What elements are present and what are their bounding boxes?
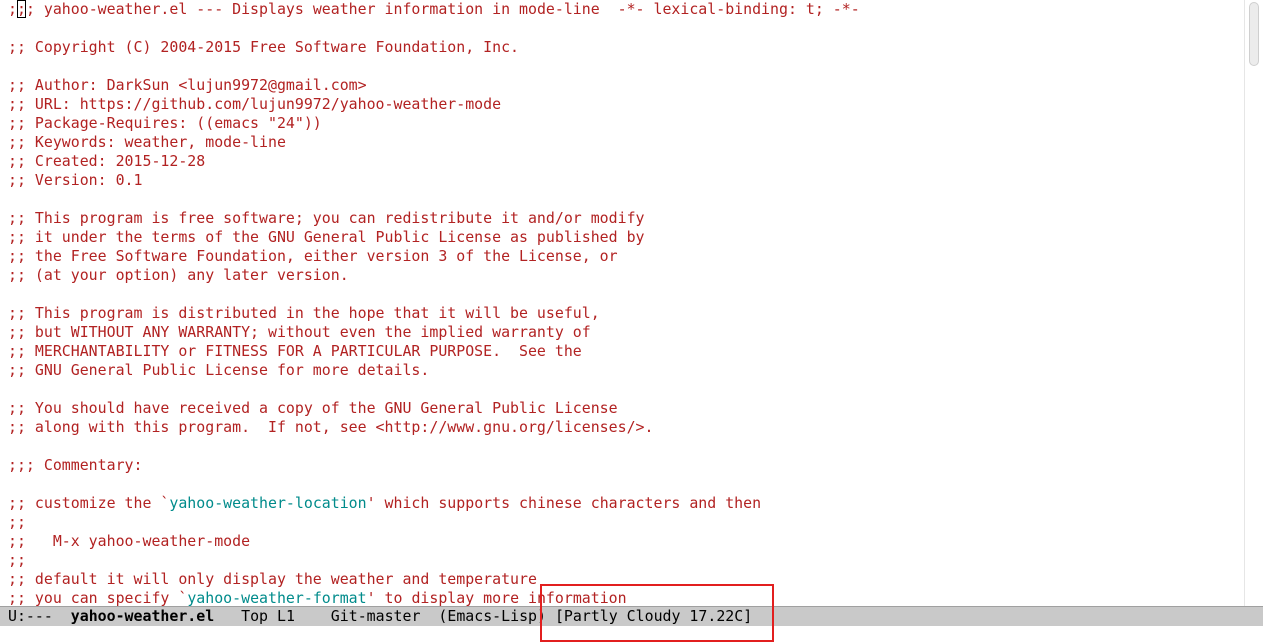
comment-text: ;; M-x yahoo-weather-mode [8, 532, 251, 550]
code-line: ;; You should have received a copy of th… [0, 399, 1244, 418]
code-line: ;; default it will only display the weat… [0, 570, 1244, 589]
code-line: ;; but WITHOUT ANY WARRANTY; without eve… [0, 323, 1244, 342]
comment-text: ;;; Commentary: [8, 456, 143, 474]
comment-text: ;; Author: DarkSun <lujun9972@gmail.com> [8, 76, 367, 94]
code-line: ;; This program is distributed in the ho… [0, 304, 1244, 323]
code-line: ;; you can specify `yahoo-weather-format… [0, 589, 1244, 606]
code-line: ;; along with this program. If not, see … [0, 418, 1244, 437]
code-line: ;; M-x yahoo-weather-mode [0, 532, 1244, 551]
comment-text: ;; GNU General Public License for more d… [8, 361, 430, 379]
comment-text: ;; but WITHOUT ANY WARRANTY; without eve… [8, 323, 591, 341]
code-line: ;; the Free Software Foundation, either … [0, 247, 1244, 266]
modeline-position: Top L1 [241, 607, 295, 625]
comment-text: ;; you can specify ` [8, 589, 188, 606]
comment-text: ;; Version: 0.1 [8, 171, 143, 189]
code-line: ;; Package-Requires: ((emacs "24")) [0, 114, 1244, 133]
code-line: ;; [0, 513, 1244, 532]
code-line: ;; GNU General Public License for more d… [0, 361, 1244, 380]
code-line: ;; Copyright (C) 2004-2015 Free Software… [0, 38, 1244, 57]
comment-text: ;; [8, 551, 26, 569]
comment-text: ;; MERCHANTABILITY or FITNESS FOR A PART… [8, 342, 582, 360]
comment-text: ;; customize the ` [8, 494, 170, 512]
modeline-weather-indicator: [Partly Cloudy 17.22C] [554, 607, 753, 625]
modeline-major-mode[interactable]: (Emacs-Lisp) [438, 607, 546, 625]
code-line: ;; [0, 551, 1244, 570]
scrollbar-thumb[interactable] [1249, 2, 1259, 66]
comment-text: ;; along with this program. If not, see … [8, 418, 654, 436]
modeline-buffer-name[interactable]: yahoo-weather.el [71, 607, 214, 625]
code-line: ;;; yahoo-weather.el --- Displays weathe… [0, 0, 1244, 19]
echo-area [0, 626, 1244, 644]
code-line: ;; Created: 2015-12-28 [0, 152, 1244, 171]
comment-text: ;; Keywords: weather, mode-line [8, 133, 286, 151]
comment-text: ;; This program is distributed in the ho… [8, 304, 600, 322]
comment-text: ;; This program is free software; you ca… [8, 209, 645, 227]
comment-text: ' which supports chinese characters and … [366, 494, 762, 512]
comment-text: ; yahoo-weather.el --- Displays weather … [25, 0, 860, 18]
mode-line: U:--- yahoo-weather.el Top L1 Git-master… [0, 606, 1263, 626]
code-line: ;; MERCHANTABILITY or FITNESS FOR A PART… [0, 342, 1244, 361]
comment-text: ;; default it will only display the weat… [8, 570, 537, 588]
variable-reference: yahoo-weather-location [169, 494, 367, 512]
comment-text: ' to display more information [366, 589, 627, 606]
comment-text: ;; URL: https://github.com/lujun9972/yah… [8, 95, 502, 113]
editor-buffer[interactable]: ;;; yahoo-weather.el --- Displays weathe… [0, 0, 1244, 606]
comment-text: ;; it under the terms of the GNU General… [8, 228, 645, 246]
code-line: ;;; Commentary: [0, 456, 1244, 475]
comment-text: ;; Copyright (C) 2004-2015 Free Software… [8, 38, 520, 56]
code-line: ;; (at your option) any later version. [0, 266, 1244, 285]
text-cursor: ; [16, 0, 26, 18]
variable-reference: yahoo-weather-format [187, 589, 367, 606]
code-line: ;; This program is free software; you ca… [0, 209, 1244, 228]
comment-text: ;; You should have received a copy of th… [8, 399, 618, 417]
modeline-status: U:--- [8, 607, 53, 625]
code-line: ;; it under the terms of the GNU General… [0, 228, 1244, 247]
comment-text: ; [8, 0, 17, 18]
code-line: ;; Version: 0.1 [0, 171, 1244, 190]
comment-text: ;; Created: 2015-12-28 [8, 152, 206, 170]
emacs-frame: ;;; yahoo-weather.el --- Displays weathe… [0, 0, 1263, 644]
comment-text: ;; the Free Software Foundation, either … [8, 247, 618, 265]
code-line: ;; Keywords: weather, mode-line [0, 133, 1244, 152]
code-line: ;; customize the `yahoo-weather-location… [0, 494, 1244, 513]
comment-text: ;; [8, 513, 26, 531]
modeline-vcs-branch[interactable]: Git-master [331, 607, 421, 625]
comment-text: ;; (at your option) any later version. [8, 266, 349, 284]
comment-text: ;; Package-Requires: ((emacs "24")) [8, 114, 322, 132]
vertical-scrollbar[interactable] [1244, 0, 1263, 606]
code-line: ;; Author: DarkSun <lujun9972@gmail.com> [0, 76, 1244, 95]
code-line: ;; URL: https://github.com/lujun9972/yah… [0, 95, 1244, 114]
